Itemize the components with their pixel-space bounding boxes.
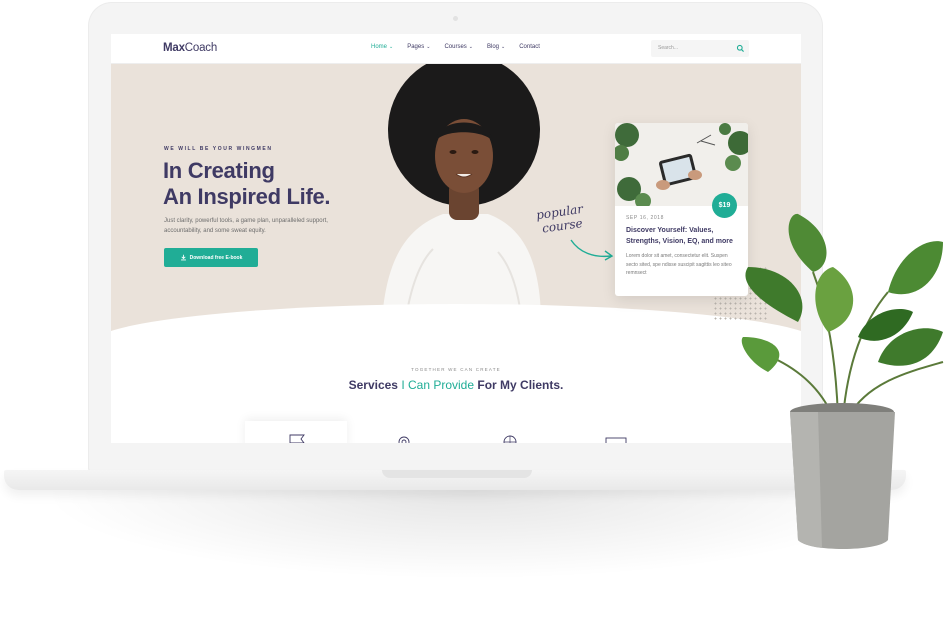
compass-icon[interactable] [499, 434, 521, 443]
site-logo[interactable]: MaxCoach [163, 42, 217, 54]
flag-icon[interactable] [286, 434, 308, 443]
logo-bold: Max [163, 42, 185, 54]
hero-portrait-image [381, 64, 542, 339]
laptop-screen: MaxCoach Home ⌄ Pages ⌄ Courses ⌄ Blog ⌄ [111, 34, 801, 443]
search-icon[interactable] [736, 44, 745, 53]
services-title: Services I Can Provide For My Clients. [111, 378, 801, 392]
potted-plant-decoration [741, 213, 944, 549]
chevron-down-icon: ⌄ [501, 44, 506, 50]
nav-label: Pages [407, 44, 425, 50]
hero-bottom-curve [111, 304, 801, 424]
services-kicker: TOGETHER WE CAN CREATE [411, 367, 501, 372]
mockup-stage: MaxCoach Home ⌄ Pages ⌄ Courses ⌄ Blog ⌄ [0, 0, 949, 618]
search-placeholder: Search... [658, 45, 679, 51]
chevron-down-icon: ⌄ [389, 44, 394, 50]
nav-item-courses[interactable]: Courses ⌄ [444, 44, 473, 50]
search-input[interactable]: Search... [651, 40, 749, 57]
arrow-icon [570, 239, 614, 261]
nav-item-home[interactable]: Home ⌄ [371, 44, 393, 50]
hero-headline: In Creating An Inspired Life. [163, 158, 331, 210]
download-icon [180, 254, 186, 261]
download-ebook-label: Download free E-book [189, 254, 243, 261]
site-header: MaxCoach Home ⌄ Pages ⌄ Courses ⌄ Blog ⌄ [111, 34, 801, 64]
nav-label: Blog [486, 44, 499, 50]
nav-label: Courses [444, 44, 467, 50]
gear-icon[interactable] [393, 434, 415, 443]
nav-label: Contact [519, 44, 540, 50]
services-title-part1: Services [348, 378, 398, 392]
main-nav: Home ⌄ Pages ⌄ Courses ⌄ Blog ⌄ Contact [371, 44, 540, 50]
chevron-down-icon: ⌄ [468, 44, 473, 50]
hero-headline-line2: An Inspired Life. [163, 184, 331, 209]
course-price-badge: $19 [712, 193, 737, 218]
hero-subtext: Just clarity, powerful tools, a game pla… [164, 218, 328, 234]
laptop-camera [453, 16, 458, 21]
logo-regular: Coach [184, 42, 218, 54]
hero-headline-line1: In Creating [163, 158, 275, 183]
services-title-highlight: I Can Provide [401, 378, 475, 392]
download-ebook-button[interactable]: Download free E-book [164, 248, 258, 267]
nav-item-pages[interactable]: Pages ⌄ [407, 44, 430, 50]
hero-kicker: WE WILL BE YOUR WINGMEN [164, 146, 273, 152]
nav-item-contact[interactable]: Contact [519, 44, 540, 50]
laptop-notch [382, 470, 532, 478]
course-title[interactable]: Discover Yourself: Values, Strengths, Vi… [626, 225, 741, 247]
course-date: SEP 16, 2018 [626, 215, 664, 221]
course-description: Lorem dolor sit amet, consectetur elit. … [626, 253, 732, 276]
services-title-part2: For My Clients. [477, 378, 564, 392]
monitor-icon[interactable] [605, 434, 627, 443]
course-card[interactable]: $19 SEP 16, 2018 Discover Yourself: Valu… [615, 123, 748, 296]
nav-label: Home [371, 44, 388, 50]
chevron-down-icon: ⌄ [426, 44, 431, 50]
nav-item-blog[interactable]: Blog ⌄ [487, 44, 505, 50]
